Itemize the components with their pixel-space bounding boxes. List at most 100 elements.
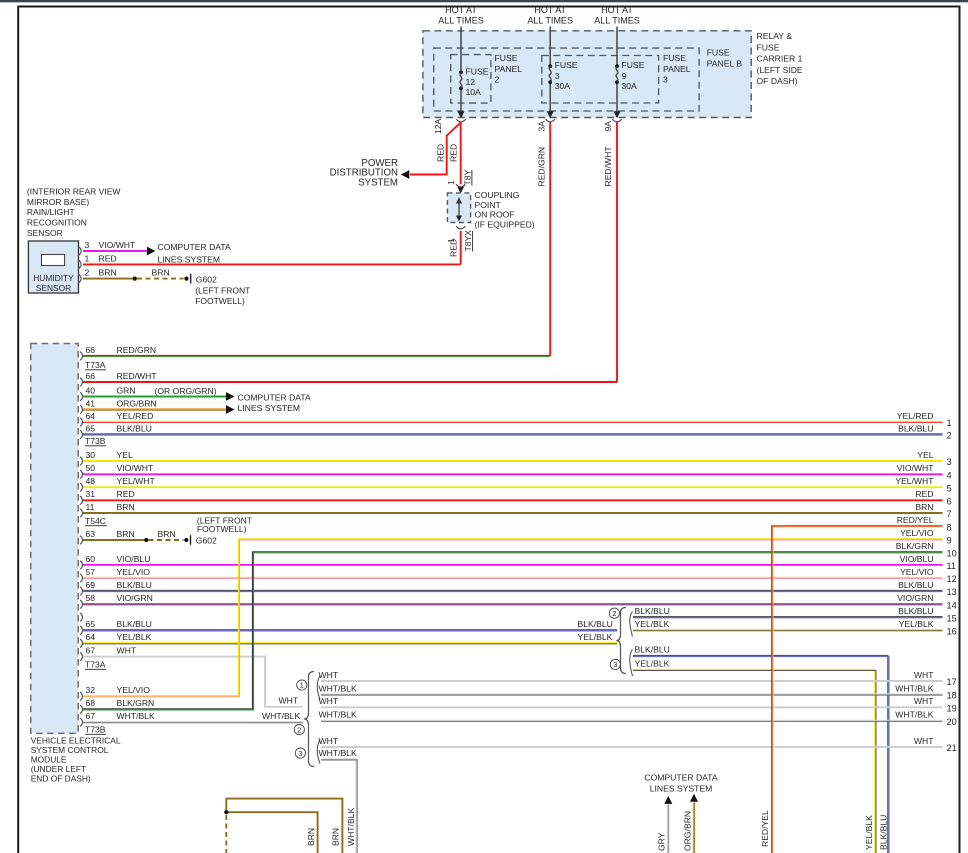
- svg-text:YEL/VIO: YEL/VIO: [900, 528, 934, 538]
- svg-text:BRN: BRN: [915, 502, 933, 512]
- svg-text:BRN: BRN: [158, 529, 176, 539]
- svg-text:3: 3: [298, 749, 302, 758]
- svg-text:WHT: WHT: [914, 670, 934, 680]
- svg-text:RECOGNITION: RECOGNITION: [27, 217, 87, 227]
- svg-text:ALL TIMES: ALL TIMES: [527, 16, 573, 26]
- svg-text:SYSTEM: SYSTEM: [358, 178, 398, 189]
- svg-text:YEL/VIO: YEL/VIO: [117, 567, 151, 577]
- svg-text:(UNDER LEFT: (UNDER LEFT: [31, 764, 86, 774]
- svg-text:MODULE: MODULE: [31, 754, 67, 764]
- svg-text:3: 3: [85, 240, 90, 250]
- svg-text:FUSE: FUSE: [663, 53, 686, 63]
- svg-text:VIO/BLU: VIO/BLU: [117, 554, 151, 564]
- svg-text:T8Y: T8Y: [462, 169, 472, 185]
- svg-text:YEL/BLK: YEL/BLK: [578, 632, 613, 642]
- svg-text:50: 50: [86, 463, 96, 473]
- svg-text:GRN: GRN: [117, 385, 136, 395]
- svg-text:G602: G602: [196, 536, 217, 546]
- svg-text:WHT: WHT: [319, 736, 339, 746]
- svg-text:POINT: POINT: [475, 200, 502, 210]
- svg-text:8: 8: [947, 523, 952, 533]
- svg-text:11: 11: [86, 502, 95, 512]
- svg-text:2: 2: [297, 725, 301, 734]
- svg-text:T8YX: T8YX: [463, 230, 473, 252]
- svg-text:RED/WHT: RED/WHT: [117, 371, 158, 381]
- svg-text:WHT: WHT: [319, 670, 339, 680]
- svg-text:FUSE: FUSE: [466, 66, 489, 76]
- svg-text:41: 41: [86, 398, 96, 408]
- svg-text:10A: 10A: [466, 87, 482, 97]
- svg-text:RED/WHT: RED/WHT: [603, 146, 613, 187]
- svg-text:MIRROR BASE): MIRROR BASE): [27, 197, 90, 207]
- svg-text:VIO/WHT: VIO/WHT: [117, 463, 155, 473]
- svg-text:HUMIDITY: HUMIDITY: [33, 273, 74, 283]
- svg-text:FUSE: FUSE: [707, 48, 730, 58]
- svg-text:T73B: T73B: [85, 436, 106, 446]
- svg-text:58: 58: [86, 593, 96, 603]
- svg-text:BRN: BRN: [117, 502, 135, 512]
- svg-text:BRN: BRN: [117, 529, 135, 539]
- svg-text:VIO/BLU: VIO/BLU: [900, 554, 934, 564]
- svg-text:21: 21: [947, 743, 957, 753]
- svg-text:WHT/BLK: WHT/BLK: [895, 683, 933, 693]
- svg-text:(INTERIOR REAR VIEW: (INTERIOR REAR VIEW: [27, 186, 121, 196]
- svg-text:YEL/VIO: YEL/VIO: [117, 685, 151, 695]
- svg-text:RED: RED: [915, 489, 933, 499]
- svg-text:SENSOR: SENSOR: [27, 228, 63, 238]
- svg-text:YEL/WHT: YEL/WHT: [117, 476, 156, 486]
- svg-text:(LEFT FRONT: (LEFT FRONT: [195, 286, 250, 296]
- svg-text:RED: RED: [117, 489, 135, 499]
- svg-text:67: 67: [86, 711, 96, 721]
- svg-text:7: 7: [947, 509, 952, 519]
- svg-text:18: 18: [947, 691, 957, 701]
- svg-text:RED/YEL: RED/YEL: [760, 810, 770, 847]
- svg-text:T73B: T73B: [85, 725, 106, 735]
- svg-text:57: 57: [86, 567, 96, 577]
- svg-text:FOOTWELL): FOOTWELL): [195, 296, 245, 306]
- svg-text:64: 64: [86, 411, 96, 421]
- svg-text:3: 3: [947, 457, 952, 467]
- svg-text:BLK/BLU: BLK/BLU: [117, 423, 152, 433]
- svg-text:HOT AT: HOT AT: [601, 5, 633, 15]
- svg-text:GRY: GRY: [657, 832, 667, 851]
- svg-text:WHT: WHT: [914, 736, 934, 746]
- svg-text:YEL/BLK: YEL/BLK: [117, 632, 152, 642]
- svg-text:WHT: WHT: [279, 696, 299, 706]
- svg-text:20: 20: [947, 717, 957, 727]
- svg-text:FUSE: FUSE: [757, 42, 780, 52]
- svg-text:YEL/WHT: YEL/WHT: [895, 476, 934, 486]
- svg-text:1: 1: [85, 253, 90, 263]
- svg-text:LINES SYSTEM: LINES SYSTEM: [158, 254, 221, 264]
- svg-text:COMPUTER DATA: COMPUTER DATA: [644, 772, 717, 782]
- svg-text:VIO/GRN: VIO/GRN: [897, 593, 933, 603]
- svg-text:VIO/WHT: VIO/WHT: [99, 240, 137, 250]
- svg-text:END OF DASH): END OF DASH): [31, 773, 91, 783]
- svg-text:VIO/WHT: VIO/WHT: [897, 463, 935, 473]
- svg-text:6: 6: [947, 497, 952, 507]
- svg-text:3: 3: [555, 71, 560, 81]
- svg-text:66: 66: [86, 371, 96, 381]
- svg-text:19: 19: [947, 704, 957, 714]
- svg-text:WHT/BLK: WHT/BLK: [346, 808, 356, 846]
- svg-text:LINES SYSTEM: LINES SYSTEM: [238, 403, 301, 413]
- svg-text:9: 9: [947, 536, 952, 546]
- svg-text:BLK/BLU: BLK/BLU: [117, 580, 152, 590]
- svg-text:HOT AT: HOT AT: [534, 5, 566, 15]
- svg-text:3: 3: [663, 75, 668, 85]
- svg-text:ON ROOF: ON ROOF: [475, 210, 515, 220]
- svg-text:30A: 30A: [622, 81, 638, 91]
- svg-text:WHT/BLK: WHT/BLK: [319, 683, 357, 693]
- svg-text:(OR ORG/GRN): (OR ORG/GRN): [155, 386, 217, 396]
- svg-text:FUSE: FUSE: [495, 53, 518, 63]
- svg-text:63: 63: [86, 529, 96, 539]
- svg-text:SENSOR: SENSOR: [36, 283, 71, 293]
- svg-text:12: 12: [466, 77, 476, 87]
- svg-text:40: 40: [86, 385, 96, 395]
- svg-text:ORG/BRN: ORG/BRN: [117, 398, 157, 408]
- svg-text:RED: RED: [449, 144, 459, 162]
- svg-text:WHT/BLK: WHT/BLK: [319, 748, 357, 758]
- svg-text:31: 31: [86, 489, 96, 499]
- svg-text:65: 65: [86, 619, 96, 629]
- svg-text:68: 68: [86, 698, 96, 708]
- svg-text:9A: 9A: [603, 121, 613, 132]
